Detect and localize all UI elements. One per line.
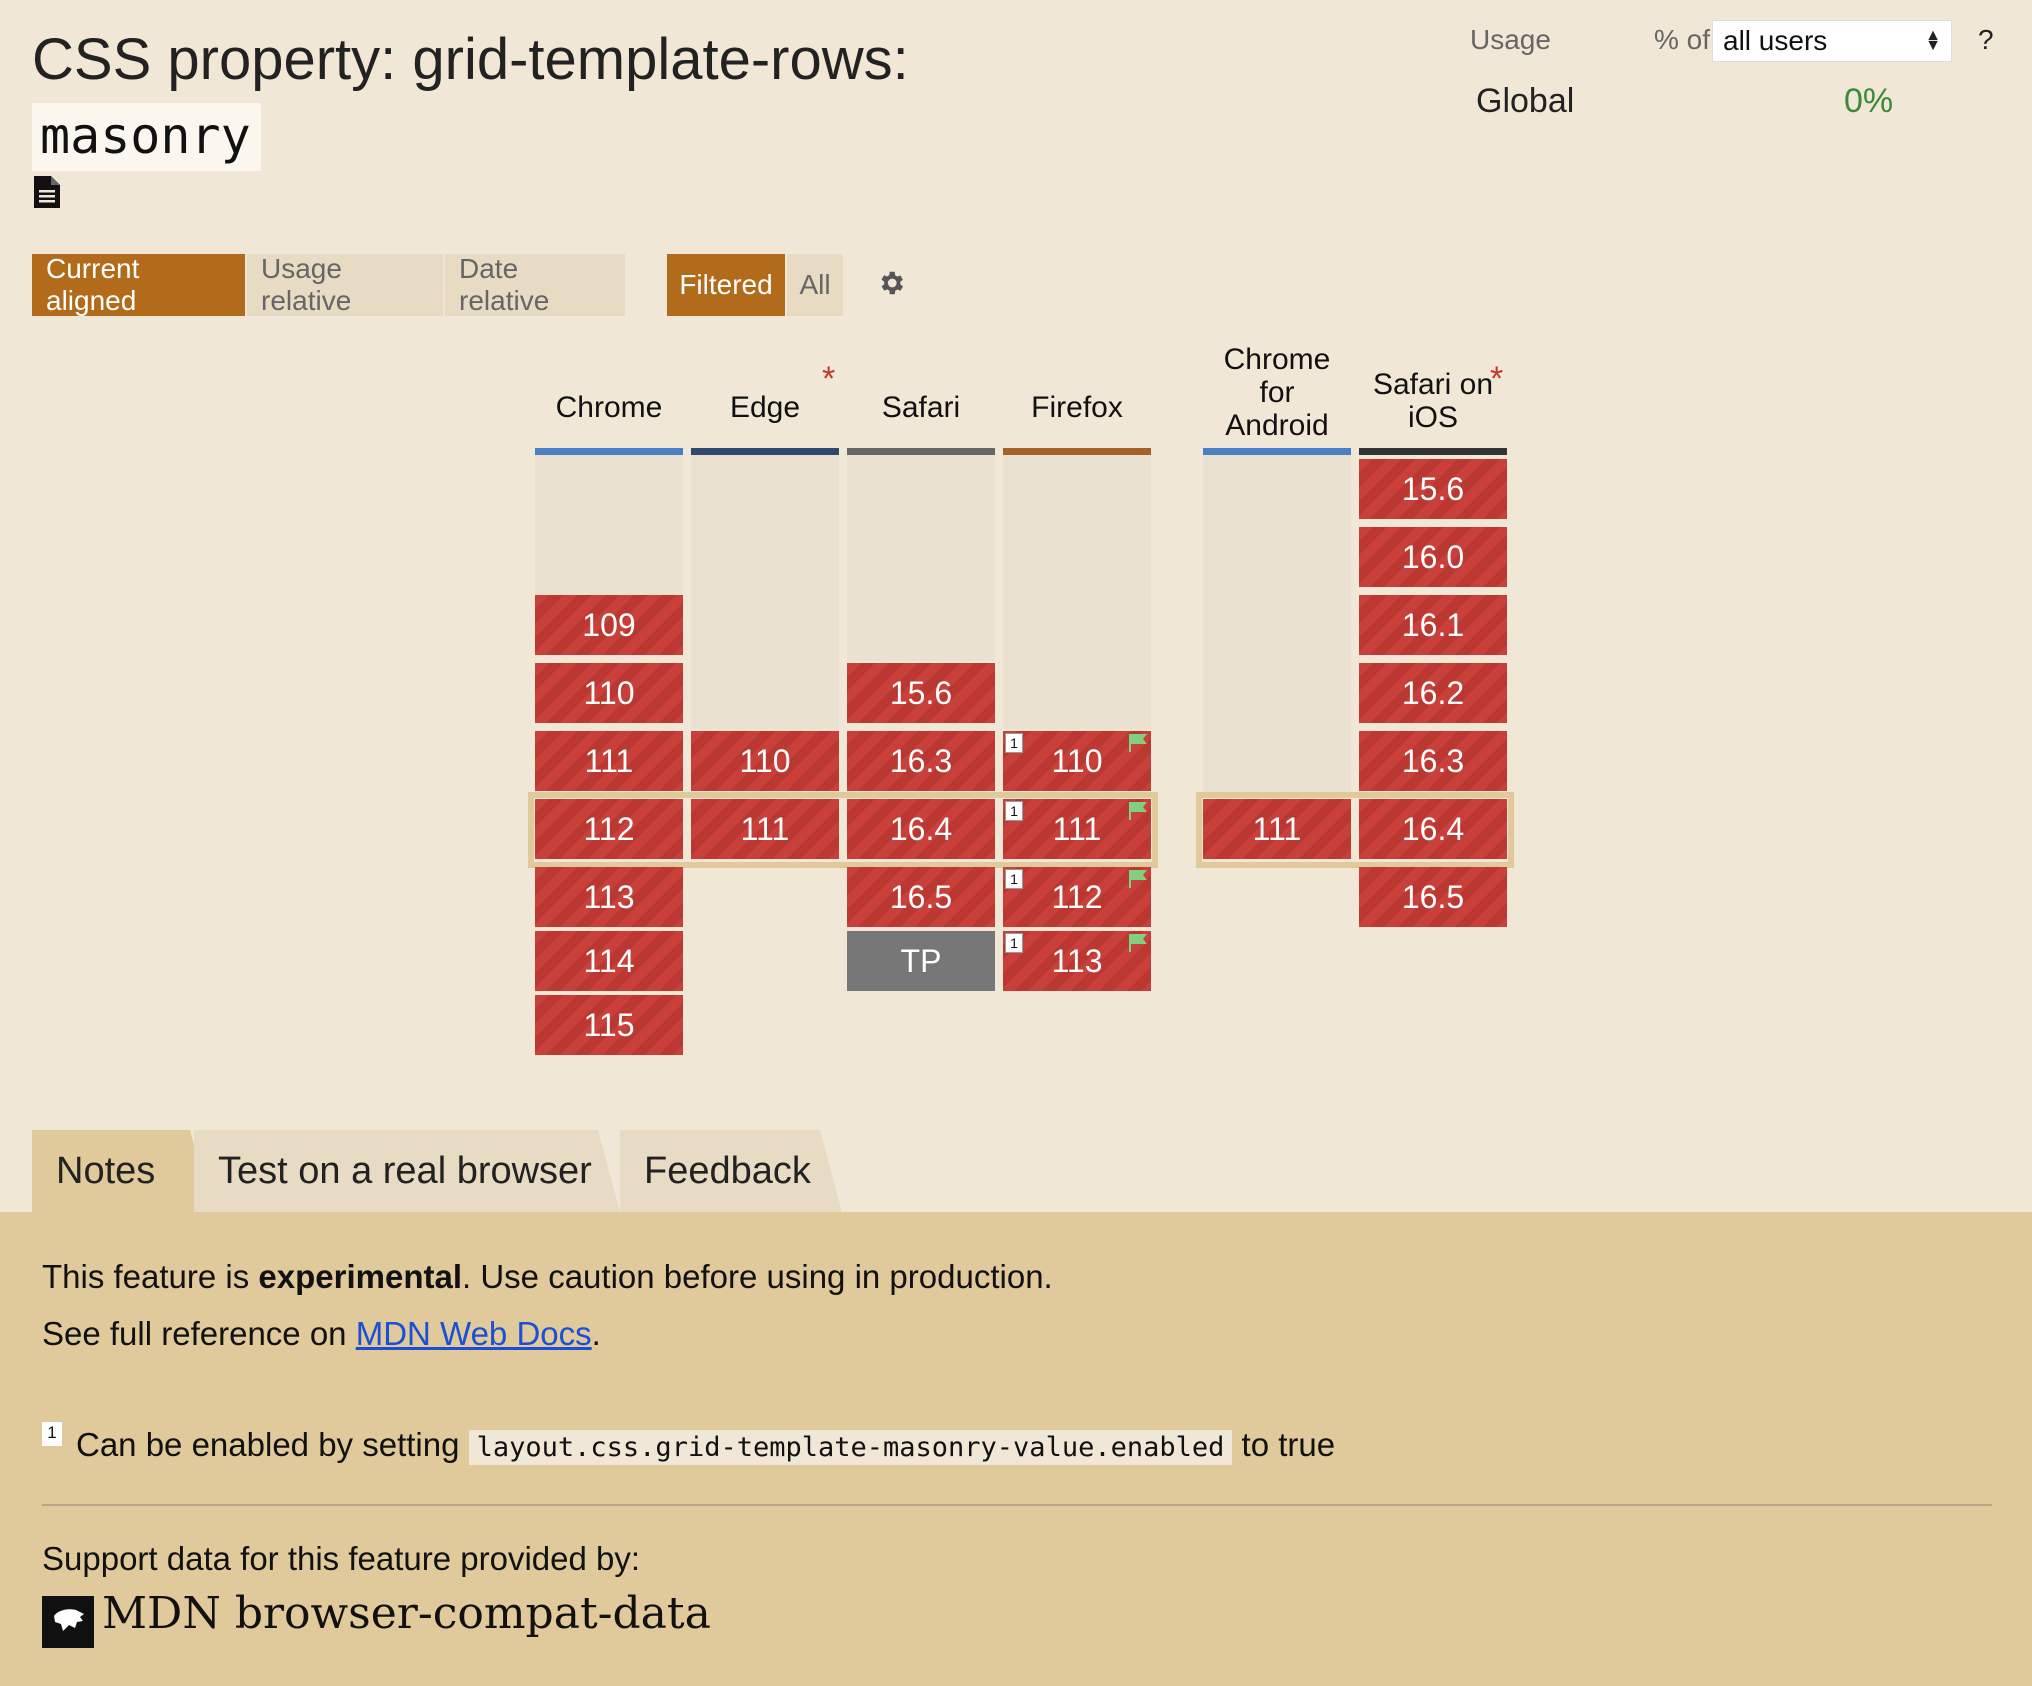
browser-header-firefox[interactable]: Firefox — [1003, 380, 1151, 424]
chrome-android-color-bar — [1203, 448, 1351, 455]
help-link[interactable]: ? — [1978, 24, 1994, 56]
version-cell[interactable]: 113 — [535, 867, 683, 927]
version-cell[interactable]: 1 110 — [1003, 731, 1151, 791]
version-cell[interactable]: 16.0 — [1359, 527, 1507, 587]
mdn-reference-note: See full reference on MDN Web Docs. — [42, 1315, 601, 1352]
select-arrows-icon: ▲ ▼ — [1925, 27, 1941, 54]
version-label: 112 — [1051, 878, 1103, 915]
usage-relative-button[interactable]: Usage relative — [247, 253, 443, 316]
settings-gear-icon[interactable] — [876, 268, 906, 298]
document-icon[interactable] — [34, 176, 60, 208]
version-cell[interactable]: 16.5 — [847, 867, 995, 927]
mdn-web-docs-link[interactable]: MDN Web Docs — [356, 1315, 592, 1352]
version-label: 110 — [1051, 742, 1103, 779]
edge-star: * — [822, 360, 836, 398]
page-title: CSS property: grid-template-rows: — [32, 27, 909, 92]
version-cell[interactable]: 111 — [535, 731, 683, 791]
version-cell[interactable]: 15.6 — [847, 663, 995, 723]
version-cell-current[interactable]: 111 — [691, 799, 839, 859]
version-label: 113 — [1051, 942, 1103, 979]
version-cell[interactable]: 1 112 — [1003, 867, 1151, 927]
flag-icon — [1129, 802, 1147, 820]
version-cell[interactable]: 115 — [535, 995, 683, 1055]
current-aligned-button[interactable]: Current aligned — [32, 253, 245, 316]
version-cell[interactable]: 109 — [535, 595, 683, 655]
safari-color-bar — [847, 448, 995, 455]
version-cell[interactable]: 114 — [535, 931, 683, 991]
global-label: Global — [1476, 82, 1575, 120]
version-cell[interactable]: 16.2 — [1359, 663, 1507, 723]
date-relative-button[interactable]: Date relative — [445, 253, 625, 316]
safari-ios-color-bar — [1359, 448, 1507, 455]
all-button[interactable]: All — [787, 254, 843, 316]
version-cell[interactable]: 110 — [691, 731, 839, 791]
chrome-color-bar — [535, 448, 683, 455]
mdn-logo-icon[interactable] — [42, 1596, 94, 1648]
version-cell[interactable]: 16.5 — [1359, 867, 1507, 927]
safari-ios-star: * — [1490, 360, 1504, 398]
experimental-note: This feature is experimental. Use cautio… — [42, 1258, 1053, 1295]
firefox-color-bar — [1003, 448, 1151, 455]
version-cell[interactable]: 1 113 — [1003, 931, 1151, 991]
version-cell[interactable]: 110 — [535, 663, 683, 723]
page-title-code: masonry — [32, 103, 261, 171]
version-cell-preview[interactable]: TP — [847, 931, 995, 991]
browser-header-edge[interactable]: Edge — [691, 380, 839, 424]
users-select-value: all users — [1723, 25, 1828, 56]
experimental-bold: experimental — [258, 1258, 463, 1295]
note-marker: 1 — [1005, 801, 1023, 821]
version-cell[interactable]: 15.6 — [1359, 459, 1507, 519]
browser-header-safari[interactable]: Safari — [847, 380, 995, 424]
chrome-android-line2: for — [1259, 375, 1295, 409]
version-cell-current[interactable]: 1 111 — [1003, 799, 1151, 859]
note-marker: 1 — [1005, 869, 1023, 889]
edge-color-bar — [691, 448, 839, 455]
usage-label: Usage — [1470, 24, 1551, 55]
support-data-text: Support data for this feature provided b… — [42, 1540, 641, 1577]
safari-empty-cell — [847, 455, 995, 661]
chrome-android-line1: Chrome — [1223, 342, 1331, 376]
flag-icon — [1129, 870, 1147, 888]
version-cell-current[interactable]: 16.4 — [847, 799, 995, 859]
mdn-compat-data-link[interactable]: MDN browser-compat-data — [102, 1588, 711, 1639]
note-marker: 1 — [1005, 933, 1023, 953]
note-marker: 1 — [1005, 733, 1023, 753]
global-usage-value: 0% — [1844, 82, 1894, 120]
users-select[interactable]: all users ▲ ▼ — [1712, 20, 1952, 62]
version-label: 111 — [1052, 810, 1102, 847]
footnote-1: 1 Can be enabled by setting layout.css.gr… — [42, 1422, 1335, 1465]
version-cell-current[interactable]: 111 — [1203, 799, 1351, 859]
pct-of-label: % of — [1654, 24, 1711, 55]
firefox-empty-cell — [1003, 455, 1151, 729]
version-cell[interactable]: 16.3 — [1359, 731, 1507, 791]
version-cell[interactable]: 16.3 — [847, 731, 995, 791]
version-cell-current[interactable]: 112 — [535, 799, 683, 859]
browser-header-chrome[interactable]: Chrome — [535, 380, 683, 424]
version-cell[interactable]: 16.1 — [1359, 595, 1507, 655]
safari-ios-line1: Safari on — [1372, 368, 1494, 401]
footnote-marker: 1 — [42, 1422, 62, 1446]
browser-header-chrome-android[interactable]: Chrome for Android — [1203, 340, 1351, 444]
tab-feedback[interactable]: Feedback — [620, 1130, 842, 1212]
safari-ios-line2: iOS — [1407, 401, 1458, 434]
filtered-button[interactable]: Filtered — [667, 254, 785, 316]
browser-header-safari-ios[interactable]: Safari on iOS — [1359, 366, 1507, 436]
chrome-android-empty-cell — [1203, 455, 1351, 797]
chrome-android-line3: Android — [1225, 408, 1329, 442]
pref-code: layout.css.grid-template-masonry-value.e… — [468, 1430, 1233, 1465]
chrome-empty-cell — [535, 455, 683, 595]
flag-icon — [1129, 934, 1147, 952]
flag-icon — [1129, 734, 1147, 752]
divider — [42, 1504, 1992, 1506]
edge-empty-cell — [691, 455, 839, 729]
version-cell-current[interactable]: 16.4 — [1359, 799, 1507, 859]
tab-notes[interactable]: Notes — [32, 1130, 212, 1212]
tab-test-real-browser[interactable]: Test on a real browser — [194, 1130, 620, 1212]
